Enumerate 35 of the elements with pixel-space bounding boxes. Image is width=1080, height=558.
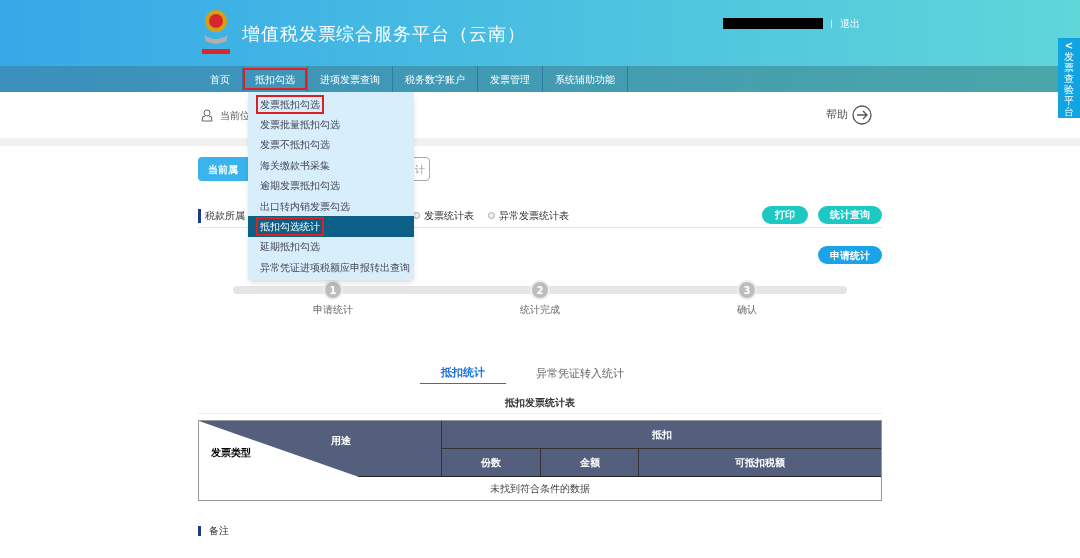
tax-period-label: 税款所属: [205, 209, 245, 223]
menu-item[interactable]: 发票抵扣勾选: [248, 94, 414, 115]
stats-tab[interactable]: 抵扣统计: [420, 364, 506, 384]
menu-item[interactable]: 异常凭证进项税额应申报转出查询: [248, 257, 414, 278]
menu-item[interactable]: 发票批量抵扣勾选: [248, 114, 414, 135]
side-tab-label: 发票查验平台: [1064, 51, 1074, 117]
table-title: 抵扣发票统计表: [505, 396, 575, 410]
column-header: 金额: [579, 456, 600, 470]
row-header: 发票类型: [211, 446, 251, 460]
column-header: 份数: [481, 456, 501, 470]
nav-tab[interactable]: 进项发票查询: [308, 68, 392, 90]
platform-title: 增值税发票综合服务平台（云南）: [242, 21, 526, 46]
remarks-heading: 备注: [209, 524, 229, 538]
menu-item[interactable]: 延期抵扣勾选: [248, 236, 414, 258]
menu-item[interactable]: 抵扣勾选统计: [248, 216, 414, 237]
nav-tab[interactable]: 税务数字账户: [393, 68, 477, 90]
menu-item[interactable]: 发票不抵扣勾选: [248, 134, 414, 156]
empty-message: 未找到符合条件的数据: [490, 482, 590, 496]
stats-tab[interactable]: 异常凭证转入统计: [520, 364, 640, 384]
chevron-left: <: [1064, 40, 1074, 51]
column-header: 用途: [331, 434, 351, 448]
step-label: 确认: [737, 303, 757, 317]
column-header: 抵扣: [651, 428, 672, 442]
arrow-right-icon[interactable]: [852, 105, 872, 125]
nav-tab[interactable]: 首页: [198, 68, 242, 90]
step-label: 统计完成: [520, 303, 560, 317]
radio-label[interactable]: 异常发票统计表: [499, 208, 569, 223]
step-label: 申请统计: [313, 303, 353, 317]
nav-tab[interactable]: 抵扣勾选: [243, 68, 307, 90]
breadcrumb-text: 当前位: [220, 108, 250, 123]
radio-label[interactable]: 发票统计表: [424, 208, 474, 223]
radio-button[interactable]: [488, 212, 495, 219]
help-label[interactable]: 帮助: [826, 106, 848, 124]
menu-item[interactable]: 出口转内销发票勾选: [248, 195, 414, 217]
column-header: 可抵扣税额: [735, 456, 785, 470]
